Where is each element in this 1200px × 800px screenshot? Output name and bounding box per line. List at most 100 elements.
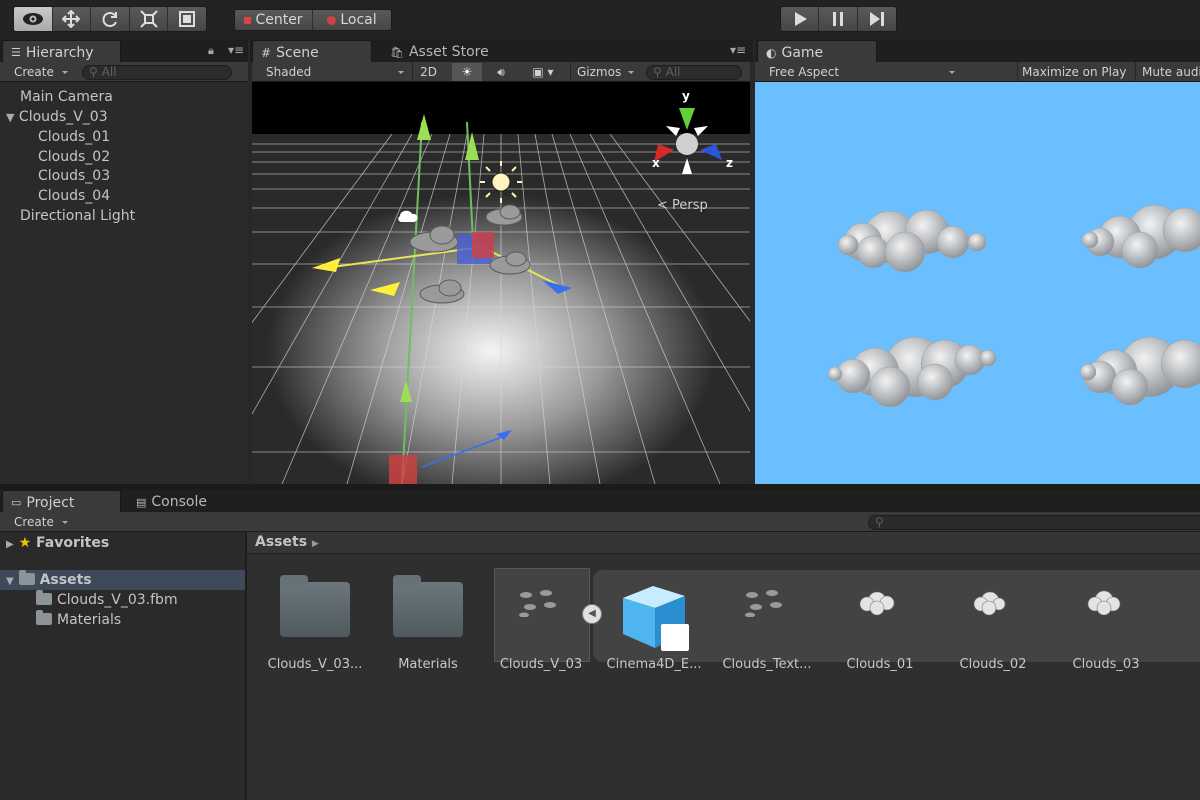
folder-icon (393, 575, 463, 637)
breadcrumb-arrow-icon: ▶ (311, 539, 319, 549)
folder-icon (18, 570, 35, 585)
asset-label: Clouds_V_03 (499, 657, 583, 672)
panel-menu-icon[interactable]: ▾≡ (730, 43, 746, 57)
game-viewport[interactable] (755, 82, 1200, 484)
tab-console[interactable]: ▤ Console (128, 490, 248, 512)
folder-tab-icon: ▭ (11, 496, 22, 509)
tab-game-label: Game (781, 44, 824, 61)
pacman-icon: ◐ (766, 45, 777, 60)
view-tool-icon[interactable] (14, 7, 53, 31)
aspect-dropdown[interactable]: Free Aspect (763, 62, 959, 81)
axis-y-label: y (682, 89, 690, 103)
project-create-label: Create (14, 515, 54, 529)
project-tree-item[interactable]: Materials (36, 610, 122, 628)
project-tree-item[interactable]: Clouds_V_03.fbm (36, 590, 178, 608)
scene-search-placeholder: All (665, 65, 681, 79)
pivot-center-button[interactable]: Center (235, 10, 313, 30)
breadcrumb: Assets ▶ (247, 532, 1200, 554)
game-tabbar: ◐ Game (755, 40, 1200, 62)
hierarchy-search-input[interactable]: ⚲ All (82, 65, 232, 80)
rotate-tool-icon[interactable] (91, 7, 130, 31)
scale-tool-icon[interactable] (130, 7, 169, 31)
cloud-model (1081, 204, 1200, 269)
project-tree-item-label: Materials (57, 612, 122, 628)
tab-hierarchy-label: Hierarchy (25, 44, 94, 61)
project-search-input[interactable]: ⚲ (868, 515, 1200, 530)
console-icon: ▤ (136, 495, 147, 509)
prefab-cube-icon (623, 586, 689, 651)
project-tree-item-label: Clouds_V_03.fbm (57, 592, 178, 608)
tab-asset-store[interactable]: 🛍︎ Asset Store (382, 40, 512, 62)
tab-game[interactable]: ◐ Game (757, 40, 877, 62)
project-create-dropdown[interactable]: Create (8, 512, 72, 532)
hierarchy-subbar: Create ⚲ All (0, 62, 248, 82)
maximize-on-play-toggle[interactable]: Maximize on Play (1017, 62, 1126, 81)
tab-hierarchy[interactable]: ☰ Hierarchy (2, 40, 121, 62)
hierarchy-item[interactable]: Main Camera (20, 89, 113, 105)
hierarchy-item[interactable]: ▼ Clouds_V_03 (6, 109, 108, 125)
shading-mode-dropdown[interactable]: Shaded (260, 62, 408, 82)
hierarchy-item[interactable]: Clouds_04 (38, 188, 110, 204)
scene-viewport[interactable]: y x z < Persp (252, 82, 750, 484)
axis-x-label: x (652, 156, 660, 170)
space-label: Local (340, 12, 377, 28)
mesh-cloud-icon (859, 591, 895, 616)
hierarchy-item[interactable]: Directional Light (20, 208, 135, 224)
gizmos-dropdown[interactable]: Gizmos (570, 62, 638, 82)
transform-tools (13, 6, 207, 32)
star-icon: ★ (18, 535, 32, 551)
mode-2d-button[interactable]: 2D (412, 62, 444, 82)
step-icon[interactable] (858, 7, 896, 31)
cloud-model (1079, 336, 1200, 406)
persp-label-text: Persp (672, 198, 708, 213)
scene-search-input[interactable]: ⚲ All (646, 65, 742, 80)
gizmos-label: Gizmos (577, 65, 622, 79)
scene-effects-icon[interactable]: ▣ ▾ (520, 62, 566, 82)
rect-tool-icon[interactable] (168, 7, 206, 31)
tab-project-label: Project (26, 494, 75, 511)
model-clouds-icon (519, 590, 556, 617)
collapse-triangle-icon[interactable]: ▶ (6, 539, 14, 550)
hierarchy-create-dropdown[interactable]: Create (8, 62, 72, 82)
hierarchy-item[interactable]: Clouds_03 (38, 168, 110, 184)
pivot-local-button[interactable]: Local (313, 10, 391, 30)
playback-controls (780, 6, 897, 32)
move-tool-icon[interactable] (53, 7, 92, 31)
breadcrumb-assets[interactable]: Assets (255, 534, 307, 550)
favorites-item[interactable]: ▶ ★ Favorites (6, 535, 109, 551)
scene-lighting-icon[interactable]: ☀ (452, 63, 482, 81)
tab-project[interactable]: ▭ Project (2, 490, 121, 512)
tab-scene[interactable]: # Scene (252, 40, 372, 62)
asset-label: Cinema4D_E... (606, 657, 702, 672)
expand-triangle-icon[interactable]: ▼ (6, 111, 14, 124)
panel-menu-icon[interactable]: ▾≡ (228, 43, 244, 57)
lock-icon[interactable]: 🔒︎ (208, 44, 214, 58)
pivot-label: Center (255, 12, 303, 28)
perspective-label[interactable]: < Persp (657, 198, 708, 213)
store-icon: 🛍︎ (390, 45, 404, 59)
scene-audio-icon[interactable]: 🔊︎ (486, 62, 516, 82)
asset-label: Clouds_V_03... (267, 657, 363, 672)
hierarchy-item[interactable]: Clouds_02 (38, 149, 110, 165)
scene-render (252, 82, 750, 484)
local-space-icon (327, 15, 337, 25)
aspect-label: Free Aspect (769, 65, 840, 79)
assets-item[interactable]: ▼ Assets (6, 570, 92, 588)
pause-icon[interactable] (819, 7, 858, 31)
favorites-label: Favorites (36, 535, 110, 551)
tab-console-label: Console (151, 494, 207, 510)
project-tree: ▶ ★ Favorites ▼ Assets Clouds_V_03.fbm M… (0, 532, 245, 800)
expand-triangle-icon[interactable]: ▼ (6, 576, 14, 587)
project-assets-area: Assets ▶ Clouds_V_03... Materials Clouds… (247, 532, 1200, 800)
hierarchy-item[interactable]: Clouds_01 (38, 129, 110, 145)
mute-audio-toggle[interactable]: Mute audi (1135, 62, 1200, 81)
asset-label: Clouds_02 (959, 657, 1027, 672)
search-icon: ⚲ (653, 65, 662, 79)
asset-label: Materials (398, 657, 458, 672)
play-icon[interactable] (781, 7, 820, 31)
hierarchy-panel: Main Camera ▼ Clouds_V_03 Clouds_01 Clou… (0, 82, 247, 484)
tab-scene-label: Scene (276, 44, 319, 61)
collapse-arrow-icon[interactable]: ◀ (582, 604, 602, 624)
hierarchy-tabbar: ☰ Hierarchy 🔒︎ ▾≡ (0, 40, 248, 62)
pivot-icon (244, 16, 252, 24)
